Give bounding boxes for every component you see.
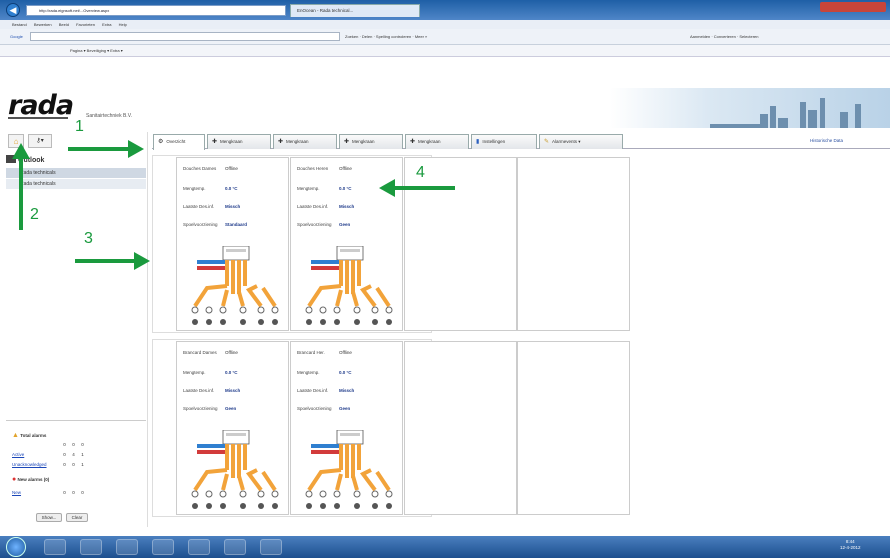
- mixer-icon: ✚: [410, 139, 416, 145]
- menu-bar: Bestand Bewerken Beeld Favorieten Extra …: [0, 20, 890, 29]
- sidebar-item-rada-2[interactable]: Rada technicals: [6, 179, 146, 189]
- command-items[interactable]: Pagina ▾ Beveiliging ▾ Extra ▾: [70, 48, 123, 53]
- arrow-3: [75, 259, 135, 263]
- annotation-1: 1: [75, 118, 84, 135]
- historical-data-link[interactable]: Historische Data: [810, 138, 843, 143]
- logo-underline: [8, 117, 68, 119]
- menu-item[interactable]: Beeld: [59, 22, 69, 27]
- toolbar-right-actions[interactable]: Aanmelden · Converteren · Selecteren: [690, 29, 758, 45]
- taskbar-app-ie[interactable]: [44, 539, 66, 555]
- menu-item[interactable]: Help: [119, 22, 127, 27]
- mixer-diagram: [190, 246, 280, 327]
- mixer-diagram: [190, 430, 280, 511]
- tab-alarmevents[interactable]: ✎ Alarmevents ▾: [539, 134, 623, 149]
- alarm-row-active[interactable]: Active 0 4 1: [12, 452, 87, 457]
- arrow-1: [68, 147, 130, 151]
- warning-icon: ▲: [12, 432, 19, 439]
- key-icon[interactable]: ⚷▾: [28, 134, 52, 148]
- taskbar-app-paint[interactable]: [260, 539, 282, 555]
- tab-mengkraan-2[interactable]: ✚ Mengkraan: [273, 134, 337, 149]
- company-name: Sanitairtechniek B.V.: [86, 113, 132, 119]
- alarm-event-icon: ✎: [544, 139, 550, 145]
- clear-button[interactable]: Clear: [66, 513, 88, 522]
- window-controls[interactable]: [820, 2, 886, 12]
- taskbar-app-word[interactable]: [152, 539, 174, 555]
- device-panel-1[interactable]: Douches Dames Offline Mengtemp. 0.0 °C Laa…: [176, 157, 289, 331]
- taskbar-app-browser[interactable]: [224, 539, 246, 555]
- sidebar-item-rada-1[interactable]: Rada technicals: [6, 168, 146, 178]
- empty-panel: [404, 157, 517, 331]
- mixer-icon: ✚: [278, 139, 284, 145]
- tab-mengkraan-3[interactable]: ✚ Mengkraan: [339, 134, 403, 149]
- alarm-row-new[interactable]: New 0 0 0: [12, 490, 87, 495]
- device-panel-4[interactable]: Brancard Her. Offline Mengtemp. 0.0 °C Laa…: [290, 341, 403, 515]
- menu-item[interactable]: Bestand: [12, 22, 27, 27]
- taskbar-app-folder[interactable]: [188, 539, 210, 555]
- command-bar: Pagina ▾ Beveiliging ▾ Extra ▾: [0, 45, 890, 57]
- back-button[interactable]: ◀: [6, 3, 20, 17]
- mixer-icon: ✚: [344, 139, 350, 145]
- mixer-diagram: [304, 246, 394, 327]
- show-button[interactable]: Show...: [36, 513, 62, 522]
- start-button[interactable]: [6, 537, 26, 557]
- bell-icon: ●: [12, 476, 17, 483]
- taskbar-app-explorer[interactable]: [80, 539, 102, 555]
- device-panel-3[interactable]: Brancard Dames Offline Mengtemp. 0.0 °C La…: [176, 341, 289, 515]
- menu-item[interactable]: Extra: [102, 22, 111, 27]
- empty-panel: [517, 157, 630, 331]
- total-alarms-heading: ▲ Total alarms: [12, 432, 47, 439]
- arrow-1-head: [128, 140, 144, 158]
- sidebar-divider[interactable]: [147, 132, 148, 527]
- arrow-3-head: [134, 252, 150, 270]
- empty-panel: [517, 341, 630, 515]
- toolbar-actions[interactable]: Zoeken · Delen · Spelling controleren · …: [345, 29, 427, 45]
- arrow-4-head: [379, 179, 395, 197]
- browser-tab[interactable]: EnOcean - Rada technical...: [290, 4, 420, 17]
- gear-icon: ⚙: [158, 139, 164, 145]
- mixer-diagram: [304, 430, 394, 511]
- taskbar-app-media[interactable]: [116, 539, 138, 555]
- search-input[interactable]: [30, 32, 340, 41]
- tab-instellingen[interactable]: ▮ Instellingen: [471, 134, 537, 149]
- new-alarms-heading: ● New alarms (0): [12, 476, 50, 483]
- annotation-3: 3: [84, 230, 93, 247]
- settings-icon: ▮: [476, 139, 480, 145]
- google-label: Google: [10, 34, 23, 39]
- alarm-header-row: 000: [63, 442, 84, 447]
- tab-mengkraan-4[interactable]: ✚ Mengkraan: [405, 134, 469, 149]
- tab-overzicht[interactable]: ⚙ Overzicht: [153, 134, 205, 150]
- taskbar-clock[interactable]: 8:44 12-4-2012: [840, 539, 861, 551]
- tab-mengkraan-1[interactable]: ✚ Mengkraan: [207, 134, 271, 149]
- arrow-4: [395, 186, 455, 190]
- alarm-row-unack[interactable]: Unacknowledged 0 0 1: [12, 462, 87, 467]
- menu-item[interactable]: Favorieten: [76, 22, 95, 27]
- address-bar[interactable]: http://rada.eignsoft.net/...Overview.asp…: [26, 5, 286, 16]
- arrow-2-head: [12, 143, 30, 159]
- annotation-4: 4: [416, 164, 425, 181]
- arrow-2: [19, 158, 23, 230]
- menu-item[interactable]: Bewerken: [34, 22, 52, 27]
- annotation-2: 2: [30, 206, 39, 223]
- empty-panel: [404, 341, 517, 515]
- skyline-banner: [610, 88, 890, 128]
- mixer-icon: ✚: [212, 139, 218, 145]
